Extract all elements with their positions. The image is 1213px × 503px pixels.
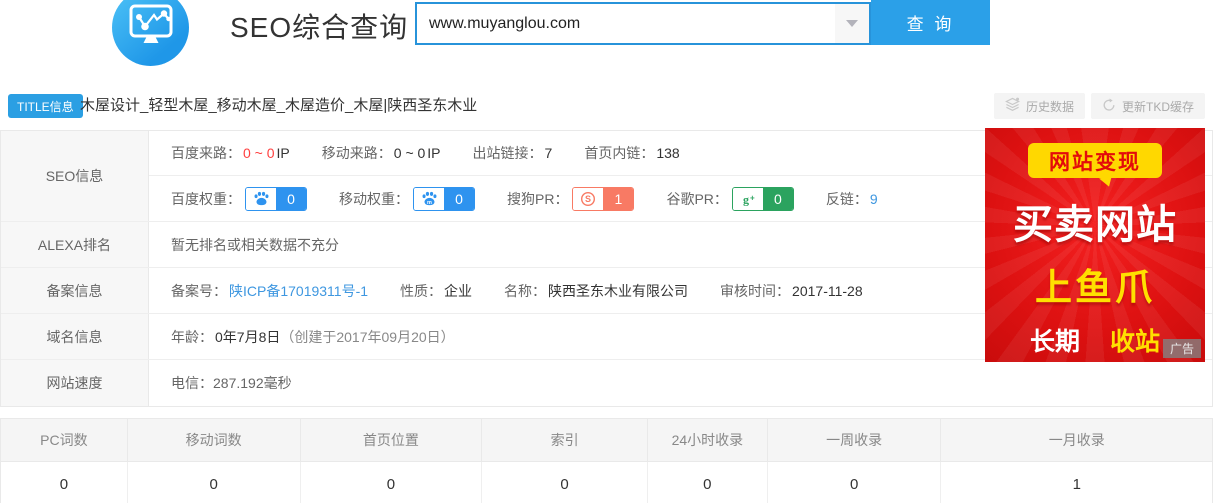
search-input[interactable] [417, 4, 833, 43]
speed-content: 电信：287.192毫秒 [149, 360, 1212, 406]
history-data-label: 历史数据 [1026, 98, 1074, 115]
beian-number: 备案号： 陕ICP备17019311号-1 [171, 281, 368, 301]
history-data-button[interactable]: 历史数据 [994, 93, 1085, 119]
beian-number-link[interactable]: 陕ICP备17019311号-1 [229, 281, 368, 301]
refresh-tkd-label: 更新TKD缓存 [1122, 98, 1194, 115]
mobile-traffic-value: 0 ~ 0 [394, 145, 426, 161]
layers-icon [1005, 97, 1020, 115]
svg-text:+: + [750, 193, 755, 202]
beian-nature: 性质： 企业 [400, 281, 472, 301]
beian-company-name: 名称： 陕西圣东木业有限公司 [504, 281, 688, 301]
stats-header-index: 索引 [482, 419, 648, 461]
backlinks-value[interactable]: 9 [870, 191, 878, 207]
table-row-speed: 网站速度 电信：287.192毫秒 [1, 360, 1212, 406]
stats-table: PC词数 移动词数 首页位置 索引 24小时收录 一周收录 一月收录 0 0 0… [0, 418, 1213, 503]
stats-header-home-position: 首页位置 [301, 419, 483, 461]
ad-subline: 上鱼爪 [985, 257, 1205, 311]
refresh-tkd-button[interactable]: 更新TKD缓存 [1091, 93, 1205, 119]
stats-header-pc-words: PC词数 [1, 419, 128, 461]
mobile-paw-icon: m [414, 188, 444, 210]
stats-header-week: 一周收录 [768, 419, 942, 461]
google-plus-icon: g + [733, 188, 763, 210]
app-title: SEO综合查询 [230, 6, 408, 46]
query-button[interactable]: 查 询 [871, 0, 990, 45]
ad-label-tag: 广告 [1163, 339, 1201, 358]
svg-text:g: g [743, 192, 749, 206]
row-label-alexa: ALEXA排名 [1, 222, 149, 267]
search-history-dropdown[interactable] [835, 4, 869, 43]
google-pr-value: 0 [763, 188, 793, 210]
header: SEO综合查询 查 询 [0, 0, 1213, 86]
beian-audit-time: 审核时间： 2017-11-28 [720, 281, 863, 301]
baidu-traffic: 百度来路： 0 ~ 0 IP [171, 143, 290, 163]
outbound-links: 出站链接： 7 [473, 143, 553, 163]
title-info-badge: TITLE信息 [8, 94, 83, 118]
stats-header-month: 一月收录 [941, 419, 1212, 461]
stats-header-row: PC词数 移动词数 首页位置 索引 24小时收录 一周收录 一月收录 [0, 418, 1213, 462]
stats-value-index: 0 [482, 462, 648, 503]
stats-value-pc-words: 0 [1, 462, 128, 503]
baidu-traffic-value: 0 ~ 0 [243, 145, 275, 161]
sogou-icon: S [573, 188, 603, 210]
refresh-icon [1102, 98, 1116, 115]
baidu-paw-icon [246, 188, 276, 210]
stats-value-24h: 0 [648, 462, 768, 503]
sogou-pr-badge[interactable]: S 1 [572, 187, 634, 211]
sogou-pr: 搜狗PR： S 1 [507, 187, 634, 211]
ad-headline: 买卖网站 [985, 192, 1205, 250]
search-box [415, 2, 871, 45]
row-label-speed: 网站速度 [1, 360, 149, 406]
chevron-down-icon [846, 20, 858, 27]
baidu-weight-badge[interactable]: 0 [245, 187, 307, 211]
site-title-text: 木屋设计_轻型木屋_移动木屋_木屋造价_木屋|陕西圣东木业 [80, 93, 477, 119]
outbound-links-value: 7 [545, 145, 553, 161]
seo-query-page: SEO综合查询 查 询 TITLE信息 木屋设计_轻型木屋_移动木屋_木屋造价_… [0, 0, 1213, 503]
ad-banner[interactable]: 网站变现 买卖网站 上鱼爪 长期 收站 广告 [985, 128, 1205, 362]
row-label-seo: SEO信息 [1, 131, 149, 221]
row-label-beian: 备案信息 [1, 268, 149, 313]
domain-age: 年龄： 0年7月8日 （创建于2017年09月20日） [171, 327, 455, 347]
mobile-traffic: 移动来路： 0 ~ 0 IP [322, 143, 441, 163]
stats-header-mobile-words: 移动词数 [128, 419, 301, 461]
row-label-domain: 域名信息 [1, 314, 149, 359]
stats-value-mobile-words: 0 [128, 462, 301, 503]
ad-bubble: 网站变现 [1028, 143, 1162, 178]
stats-value-month: 1 [941, 462, 1212, 503]
domain-created-note: （创建于2017年09月20日） [280, 327, 454, 347]
sogou-pr-value: 1 [603, 188, 633, 210]
svg-text:m: m [427, 200, 432, 206]
google-pr-badge[interactable]: g + 0 [732, 187, 794, 211]
title-bar: TITLE信息 木屋设计_轻型木屋_移动木屋_木屋造价_木屋|陕西圣东木业 历史… [0, 93, 1213, 120]
stats-header-24h: 24小时收录 [648, 419, 768, 461]
mobile-weight-value: 0 [444, 188, 474, 210]
backlinks: 反链： 9 [826, 189, 878, 209]
homepage-inlinks-value: 138 [656, 145, 679, 161]
baidu-weight: 百度权重： 0 [171, 187, 307, 211]
stats-value-home-position: 0 [301, 462, 483, 503]
svg-text:S: S [585, 194, 591, 204]
baidu-weight-value: 0 [276, 188, 306, 210]
stats-value-row: 0 0 0 0 0 0 1 [0, 462, 1213, 503]
title-bar-buttons: 历史数据 更新TKD缓存 [994, 93, 1205, 119]
analytics-monitor-icon [128, 3, 174, 52]
homepage-inlinks: 首页内链： 138 [584, 143, 679, 163]
mobile-weight: 移动权重： m [339, 187, 475, 211]
app-logo [112, 0, 189, 66]
mobile-weight-badge[interactable]: m 0 [413, 187, 475, 211]
stats-value-week: 0 [768, 462, 942, 503]
google-pr: 谷歌PR： g + 0 [666, 187, 793, 211]
